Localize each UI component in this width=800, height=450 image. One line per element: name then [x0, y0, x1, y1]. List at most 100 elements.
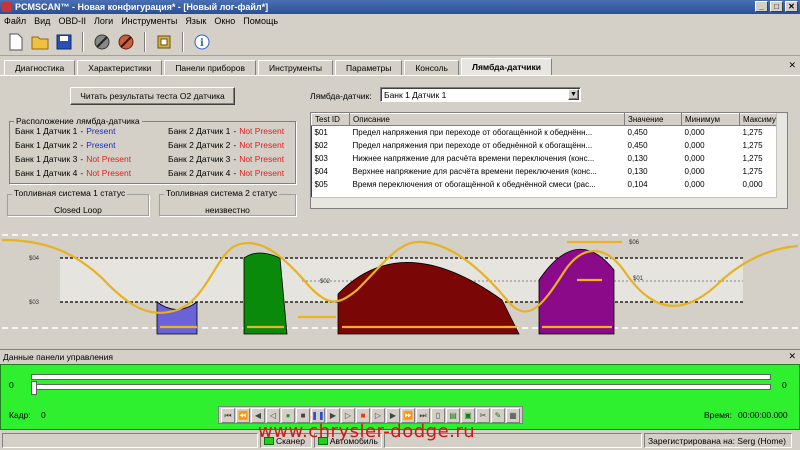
fuel-system-1-value: Closed Loop [54, 205, 102, 215]
column-header[interactable]: Test ID [311, 113, 350, 126]
toolbar: i [0, 28, 800, 56]
tool-icon[interactable]: ✎ [491, 408, 505, 423]
sensor-item: Банк 1 Датчик 4- Not Present [15, 168, 131, 178]
sensor-separator: - [80, 154, 84, 164]
table-cell: 1,275 [742, 166, 763, 176]
maximize-button[interactable]: □ [770, 1, 783, 12]
sensor-item: Банк 2 Датчик 1- Not Present [168, 126, 284, 136]
column-header[interactable]: Минимум [681, 113, 740, 126]
table-body: $01 Предел напряжения при переходе от обо… [312, 126, 780, 191]
sensor-status: Present [86, 140, 116, 150]
fuel-system-2-title: Топливная система 2 статус [164, 188, 280, 198]
tab-characteristics[interactable]: Характеристики [77, 60, 163, 75]
save-icon[interactable] [54, 32, 74, 52]
column-header[interactable]: Описание [349, 113, 625, 126]
chevron-down-icon[interactable]: ▼ [568, 89, 579, 100]
sensor-name: Банк 1 Датчик 1 [15, 126, 78, 136]
tab-lambda-sensors[interactable]: Лямбда-датчики [461, 58, 553, 75]
label-03: $03 [29, 300, 40, 306]
tab-console[interactable]: Консоль [404, 60, 459, 75]
cut-icon[interactable]: ✂ [476, 408, 490, 423]
table-cell: 0,000 [684, 153, 705, 163]
tab-parameters[interactable]: Параметры [335, 60, 403, 75]
dashboard-title: Данные панели управления [3, 351, 113, 362]
minimize-button[interactable]: _ [755, 1, 768, 12]
menu-file[interactable]: Файл [4, 16, 26, 26]
frame-label: Кадр: [9, 410, 31, 420]
sensor-item: Банк 2 Датчик 4- Not Present [168, 168, 284, 178]
table-cell: 0,000 [684, 179, 705, 189]
menu-view[interactable]: Вид [34, 16, 50, 26]
fuel-system-2-value: неизвестно [205, 205, 250, 215]
tab-tools[interactable]: Инструменты [258, 60, 334, 75]
table-vertical-scrollbar[interactable] [776, 113, 787, 208]
table-cell: Нижнее напряжение для расчёта времени пе… [352, 153, 595, 163]
menu-tools[interactable]: Инструменты [121, 16, 177, 26]
playback-track-bottom[interactable] [31, 384, 771, 390]
table-cell: 0,130 [627, 153, 648, 163]
table-row[interactable]: $02 Предел напряжения при переходе от обе… [312, 139, 780, 152]
table-row[interactable]: $03 Нижнее напряжение для расчёта времени… [312, 152, 780, 165]
o2-waveform-graph: $04 $03 $02 $06 $01 [1, 230, 799, 345]
table-row[interactable]: $05 Время переключения от обогащённой к о… [312, 178, 780, 191]
table-cell: $02 [314, 140, 328, 150]
new-file-icon[interactable] [6, 32, 26, 52]
table-cell: Предел напряжения при переходе от обеднё… [352, 140, 593, 150]
read-o2-test-button[interactable]: Читать результаты теста O2 датчика [70, 87, 235, 105]
table-cell: $04 [314, 166, 328, 176]
open-folder-icon[interactable] [30, 32, 50, 52]
time-value: 00:00:00.000 [738, 410, 788, 420]
window-title: PCMSCAN™ - Новая конфигурация* - [Новый … [15, 2, 269, 12]
table-cell: 0,130 [627, 166, 648, 176]
table-cell: 0,450 [627, 127, 648, 137]
table-cell: 0,450 [627, 140, 648, 150]
menu-language[interactable]: Язык [185, 16, 206, 26]
watermark-text: www.chrysler-dodge.ru [258, 421, 476, 442]
tab-close-button[interactable]: ✕ [788, 60, 796, 71]
sensor-status: Not Present [239, 168, 285, 178]
test-results-table[interactable]: Test ID Описание Значение Минимум Максиму $0… [310, 112, 788, 209]
svg-text:i: i [200, 38, 204, 49]
dashboard-close-button[interactable]: ✕ [788, 351, 796, 362]
tab-diagnostics[interactable]: Диагностика [4, 60, 76, 75]
menu-bar: Файл Вид OBD-II Логи Инструменты Язык Ок… [0, 14, 800, 28]
menu-help[interactable]: Помощь [243, 16, 278, 26]
disconnect-icon[interactable] [116, 32, 136, 52]
slider-max-value: 0 [782, 380, 787, 390]
frame-value: 0 [41, 410, 46, 420]
tab-dashboards[interactable]: Панели приборов [164, 60, 257, 75]
menu-obd[interactable]: OBD-II [58, 16, 86, 26]
first-icon[interactable]: ⏮ [221, 408, 235, 423]
close-button[interactable]: ✕ [785, 1, 798, 12]
sensor-name: Банк 1 Датчик 4 [15, 168, 78, 178]
sensor-separator: - [80, 168, 84, 178]
table-row[interactable]: $04 Верхнее напряжение для расчёта времен… [312, 165, 780, 178]
table-horizontal-scrollbar[interactable] [311, 197, 777, 208]
menu-logs[interactable]: Логи [94, 16, 113, 26]
info-icon[interactable]: i [192, 32, 212, 52]
settings-frame-icon[interactable] [154, 32, 174, 52]
grid-icon[interactable]: ▦ [506, 408, 520, 423]
table-cell: 0,000 [684, 127, 705, 137]
playback-track-top[interactable] [31, 374, 771, 380]
menu-window[interactable]: Окно [214, 16, 235, 26]
connect-icon[interactable] [92, 32, 112, 52]
sensor-item: Банк 2 Датчик 2- Not Present [168, 140, 284, 150]
label-04: $04 [29, 256, 40, 262]
sensor-item: Банк 1 Датчик 3- Not Present [15, 154, 131, 164]
toolbar-separator [82, 31, 84, 52]
sensor-select[interactable]: Банк 1 Датчик 1 ▼ [380, 87, 581, 102]
sensor-name: Банк 2 Датчик 2 [168, 140, 231, 150]
sensor-separator: - [233, 168, 237, 178]
sensor-status: Not Present [86, 168, 132, 178]
sensor-status: Not Present [86, 154, 132, 164]
column-header[interactable]: Значение [624, 113, 682, 126]
prev-fast-icon[interactable]: ⏪ [236, 408, 250, 423]
column-header[interactable]: Максиму [739, 113, 780, 126]
playback-slider-thumb[interactable] [31, 381, 37, 395]
table-row[interactable]: $01 Предел напряжения при переходе от обо… [312, 126, 780, 139]
registration-label: Зарегистрирована на: Serg (Home) [648, 435, 786, 446]
sensor-separator: - [80, 140, 84, 150]
sensor-status: Not Present [239, 126, 285, 136]
sensor-select-value: Банк 1 Датчик 1 [384, 89, 447, 100]
